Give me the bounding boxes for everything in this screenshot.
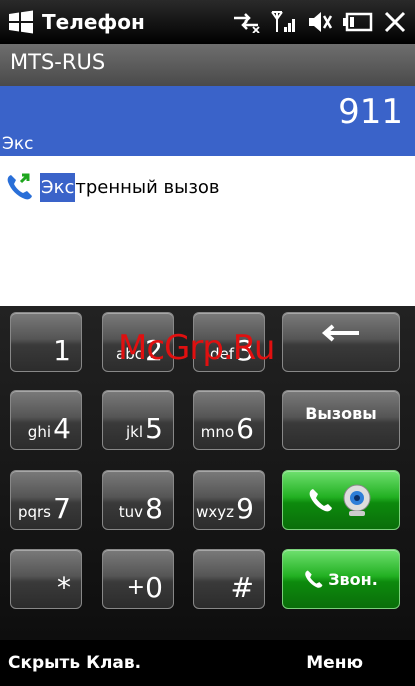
softkey-bar: Скрыть Клав. Меню xyxy=(0,640,415,686)
list-item[interactable]: Экс тренный вызов xyxy=(0,170,220,204)
key-letters: ghi xyxy=(27,423,51,441)
suggestion-match: Экс xyxy=(40,172,76,202)
emergency-call-icon xyxy=(0,172,40,202)
key-4[interactable]: ghi 4 xyxy=(10,390,82,450)
key-digit: # xyxy=(230,571,254,604)
key-digit: 3 xyxy=(236,334,254,367)
key-5[interactable]: jkl 5 xyxy=(102,390,174,450)
key-digit: 2 xyxy=(145,334,163,367)
key-digit: 5 xyxy=(145,412,163,445)
key-letters: + xyxy=(126,575,145,600)
close-icon[interactable] xyxy=(383,10,407,34)
backspace-button[interactable] xyxy=(282,312,400,372)
key-letters: abc xyxy=(116,345,143,363)
suggestion-rest: тренный вызов xyxy=(75,176,220,198)
key-digit: 0 xyxy=(145,571,163,604)
key-letters: tuv xyxy=(118,503,143,521)
key-digit: 6 xyxy=(236,412,254,445)
phone-icon xyxy=(309,489,332,512)
hide-keyboard-softkey[interactable]: Скрыть Клав. xyxy=(8,653,141,673)
key-star[interactable]: * xyxy=(10,549,82,609)
key-letters: wxyz xyxy=(196,503,234,521)
key-6[interactable]: mno 6 xyxy=(193,390,265,450)
key-9[interactable]: wxyz 9 xyxy=(193,470,265,530)
key-digit: 9 xyxy=(236,492,254,525)
video-call-icon xyxy=(343,484,371,516)
menu-softkey[interactable]: Меню xyxy=(306,653,363,673)
key-digit: 8 xyxy=(145,492,163,525)
key-letters: def xyxy=(209,345,234,363)
key-1[interactable]: 1 xyxy=(10,312,82,372)
signal-icon[interactable] xyxy=(271,10,297,34)
key-digit: 1 xyxy=(53,334,71,367)
backspace-arrow-icon xyxy=(321,324,359,342)
video-call-button[interactable] xyxy=(282,470,400,530)
key-digit: 7 xyxy=(53,492,71,525)
calls-label: Вызовы xyxy=(305,403,377,423)
key-7[interactable]: pqrs 7 xyxy=(10,470,82,530)
volume-icon[interactable] xyxy=(307,10,333,34)
phone-icon xyxy=(305,570,323,588)
key-2[interactable]: abc 2 xyxy=(102,312,174,372)
calls-button[interactable]: Вызовы xyxy=(282,390,400,450)
call-label: Звон. xyxy=(328,569,378,589)
key-0[interactable]: + 0 xyxy=(102,549,174,609)
battery-icon[interactable] xyxy=(343,10,373,34)
key-digit: 4 xyxy=(53,412,71,445)
key-letters: mno xyxy=(200,423,234,441)
dial-keypad: 1 abc 2 def 3 ghi 4 jkl 5 mno 6 Вызовы p… xyxy=(0,306,415,640)
key-digit: * xyxy=(57,571,71,604)
call-button[interactable]: Звон. xyxy=(282,549,400,609)
key-letters: jkl xyxy=(125,423,143,441)
key-8[interactable]: tuv 8 xyxy=(102,470,174,530)
key-letters: pqrs xyxy=(17,503,51,521)
key-hash[interactable]: # xyxy=(193,549,265,609)
matched-text: Экс xyxy=(2,134,34,154)
data-connection-icon[interactable] xyxy=(231,11,261,33)
number-display: 911 Экс xyxy=(0,86,415,156)
windows-logo-icon[interactable] xyxy=(4,7,38,37)
status-bar: Телефон xyxy=(0,0,415,44)
suggestion-list: Экс тренный вызов xyxy=(0,156,415,306)
dialed-number: 911 xyxy=(338,92,403,132)
app-title: Телефон xyxy=(42,10,145,34)
operator-name: MTS-RUS xyxy=(0,44,415,86)
key-3[interactable]: def 3 xyxy=(193,312,265,372)
